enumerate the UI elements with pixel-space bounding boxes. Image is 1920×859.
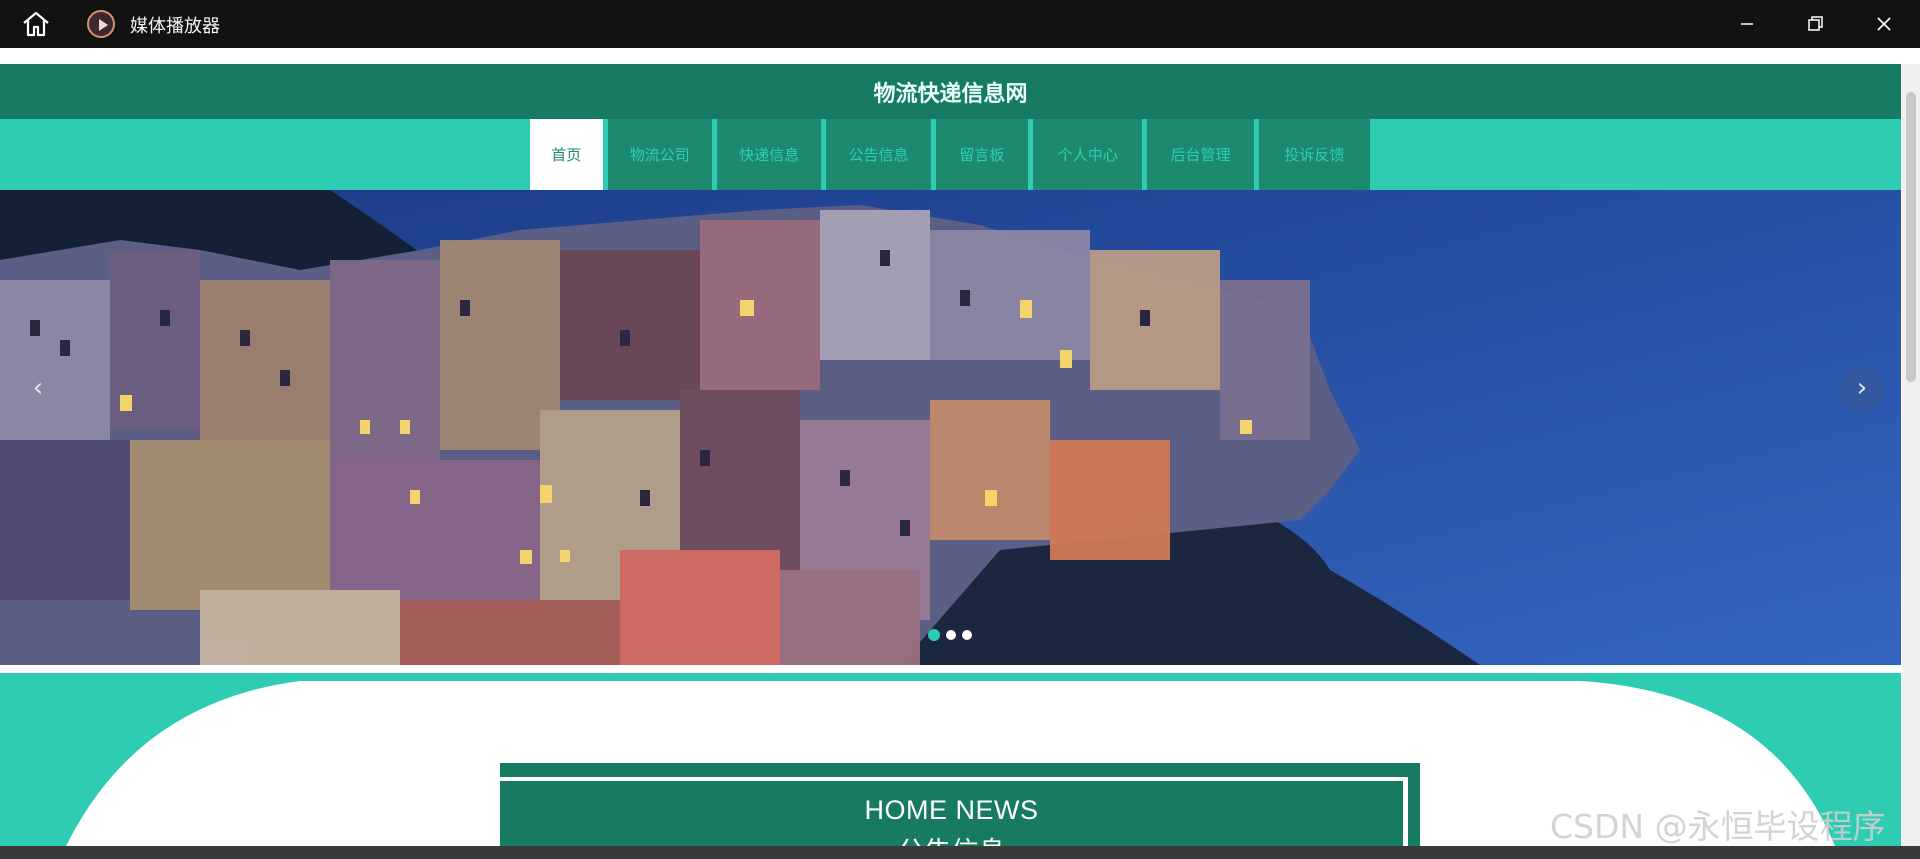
nav-item-notices[interactable]: 公告信息 [826,119,936,190]
player-controls-strip [0,846,1920,859]
nav-item-home[interactable]: 首页 [530,119,608,190]
carousel-dot[interactable] [962,630,972,640]
carousel-indicators [928,629,972,641]
news-heading-box: HOME NEWS 公告信息 [500,763,1420,859]
hero-carousel: ‹ › [0,190,1901,665]
csdn-watermark: CSDN @永恒毕设程序 [1550,807,1886,846]
site-header: 物流快递信息网 [0,64,1901,119]
carousel-next-button[interactable]: › [1840,367,1884,411]
page-scrollbar[interactable] [1902,64,1920,859]
news-title-en: HOME NEWS [864,795,1039,825]
carousel-slide-image [0,190,1901,665]
main-navbar: 首页 物流公司 快递信息 公告信息 留言板 个人中心 后台管理 投诉反馈 [0,119,1901,190]
nav-item-complaints[interactable]: 投诉反馈 [1258,119,1371,190]
nav-item-personal-center[interactable]: 个人中心 [1033,119,1148,190]
nav-item-admin[interactable]: 后台管理 [1147,119,1259,190]
carousel-dot[interactable] [946,630,956,640]
close-icon[interactable] [1870,10,1898,38]
media-player-titlebar: 媒体播放器 [0,0,1920,48]
nav-item-express-info[interactable]: 快递信息 [716,119,827,190]
nav-item-logistics-company[interactable]: 物流公司 [607,119,717,190]
nav-item-message-board[interactable]: 留言板 [935,119,1034,190]
scrollbar-thumb[interactable] [1906,92,1916,382]
home-icon[interactable] [20,11,52,37]
web-page: 物流快递信息网 首页 物流公司 快递信息 公告信息 留言板 个人中心 后台管理 … [0,48,1920,859]
carousel-prev-button[interactable]: ‹ [16,367,60,411]
site-title: 物流快递信息网 [873,81,1028,106]
window-title: 媒体播放器 [130,16,220,37]
minimize-icon[interactable] [1733,10,1761,38]
media-player-app-icon [87,10,115,38]
restore-icon[interactable] [1801,10,1829,38]
carousel-dot[interactable] [928,629,940,641]
